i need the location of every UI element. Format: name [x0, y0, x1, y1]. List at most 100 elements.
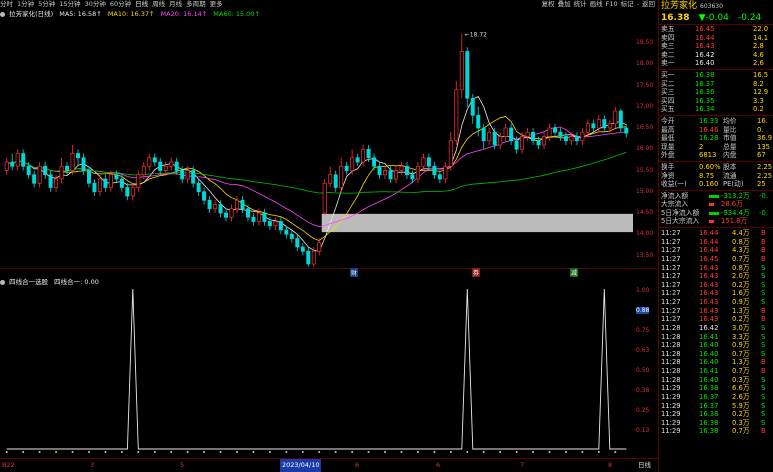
tool-item[interactable]: 标记	[621, 0, 634, 9]
tick-volume: 6.6万	[732, 384, 750, 393]
tick-volume: 1.3万	[732, 358, 750, 367]
indicator-dot	[400, 451, 403, 453]
candle-body	[503, 127, 508, 137]
tool-item[interactable]: F10	[606, 0, 618, 9]
tool-item[interactable]: 复权	[542, 0, 555, 9]
candle-body	[547, 127, 552, 137]
ma60-label: MA60: 15.00↑	[213, 10, 260, 18]
stat-key: 最高	[661, 125, 675, 134]
tick-price: 16.41	[699, 332, 719, 341]
order-row: 卖五 16.45 22.0	[659, 25, 773, 34]
indicator-dot	[416, 451, 419, 453]
bond-mark[interactable]: 券	[472, 268, 481, 277]
reduce-mark[interactable]: 减	[570, 268, 579, 277]
stat-value-2: 2.25	[757, 162, 773, 171]
order-row: 买三 16.36 12.9	[659, 88, 773, 97]
tick-time: 11:28	[661, 349, 681, 358]
indicator-chart[interactable]	[0, 287, 633, 457]
indicator-dot	[285, 451, 288, 453]
flow-value: 151.8万	[721, 217, 748, 226]
tool-item[interactable]: -	[637, 0, 639, 9]
period-tab[interactable]: 5分钟	[38, 0, 55, 9]
tick-row: 11:27 16.43 0.8万 S	[659, 264, 773, 273]
flow-row: 5日大宗流入 151.8万	[659, 217, 773, 226]
tool-item[interactable]: 返回	[642, 0, 655, 9]
tick-list[interactable]: 11:27 16.44 4.4万 B 11:27 16.44 0.8万 B 11:27 16.44…	[659, 229, 773, 436]
stat-key-2: 市值	[723, 134, 737, 143]
tick-time: 11:28	[661, 332, 681, 341]
tool-item[interactable]: 画线	[590, 0, 603, 9]
tick-side: S	[761, 298, 766, 307]
tick-side: B	[761, 229, 766, 238]
candle-body	[328, 174, 333, 184]
tool-item[interactable]: 统计	[574, 0, 587, 9]
indicator-tick: 0.88	[636, 307, 650, 314]
indicator-dot	[449, 451, 452, 453]
period-tab[interactable]: 多周期	[186, 0, 206, 9]
tick-side: S	[761, 289, 766, 298]
tick-price: 16.43	[699, 315, 719, 324]
candle-body	[470, 97, 475, 116]
period-tab[interactable]: 15分钟	[59, 0, 80, 9]
candle-body	[333, 174, 338, 188]
indicator-tick: 0.50	[636, 367, 650, 374]
indicator-settings-icon[interactable]	[0, 279, 5, 285]
tick-price: 16.40	[699, 349, 719, 358]
candle-body	[421, 157, 426, 167]
candle-body	[119, 178, 124, 188]
candle-body	[169, 161, 174, 167]
order-price: 16.34	[695, 105, 715, 114]
tick-price: 16.40	[699, 341, 719, 350]
candle-body	[487, 131, 492, 142]
ma-legend: 拉芳家化(日线) MA5: 16.58↑ MA10: 16.37↑ MA20: …	[0, 10, 264, 19]
tick-price: 16.43	[699, 280, 719, 289]
price-tick: 17.50	[636, 81, 654, 89]
candle-body	[180, 170, 185, 180]
candle-body	[426, 157, 431, 167]
candle-body	[86, 170, 91, 184]
candle-body	[273, 221, 278, 227]
tool-item[interactable]: 叠加	[558, 0, 571, 9]
period-tab[interactable]: 1分钟	[17, 0, 34, 9]
flow-row: 大宗流入 28.6万	[659, 200, 773, 209]
candle-body	[437, 174, 442, 180]
candle-body	[196, 182, 201, 193]
tick-row: 11:29 16.38 0.2万 S	[659, 410, 773, 419]
date-tick: 5	[180, 461, 185, 469]
period-tab[interactable]: 更多	[210, 0, 223, 9]
tick-time: 11:29	[661, 392, 681, 401]
candle-body	[525, 131, 530, 137]
period-tab[interactable]: 月线	[169, 0, 182, 9]
tick-row: 11:28 16.41 3.3万 S	[659, 333, 773, 342]
order-label: 卖三	[661, 42, 675, 51]
period-tab[interactable]: 30分钟	[85, 0, 106, 9]
tick-row: 11:27 16.45 0.7万 B	[659, 255, 773, 264]
finance-mark[interactable]: 财	[350, 268, 359, 277]
period-tab[interactable]: 周线	[152, 0, 165, 9]
order-row: 买二 16.37 8.2	[659, 80, 773, 89]
indicator-legend: 四线合一选股 四线合一: 0.00	[0, 278, 99, 287]
candle-body	[339, 165, 344, 188]
period-tab[interactable]: 分时	[0, 0, 13, 9]
tick-volume: 0.2万	[732, 410, 750, 419]
price-tick: 18.50	[636, 39, 654, 46]
candlestick-chart[interactable]: ←18.72←13.23	[0, 20, 633, 268]
period-tab[interactable]: 日线	[135, 0, 148, 9]
candle-body	[15, 153, 20, 167]
stat-row: 外盘 6813 内盘 67	[659, 151, 773, 160]
tick-time: 11:27	[661, 263, 681, 272]
tick-row: 11:28 16.41 0.7万 B	[659, 367, 773, 376]
tick-time: 11:28	[661, 367, 681, 376]
period-tab[interactable]: 60分钟	[110, 0, 131, 9]
tick-price: 16.44	[699, 229, 719, 238]
flow-value: 28.6万	[721, 200, 743, 209]
indicator-tick: 0.13	[636, 427, 650, 434]
date-axis-period[interactable]: 日线	[638, 459, 651, 472]
tick-row: 11:28 16.40 0.7万 S	[659, 350, 773, 359]
candle-body	[355, 157, 360, 163]
high-label: ←18.72	[465, 32, 487, 39]
stat-row: 换手 0.60% 股本 2.25	[659, 163, 773, 172]
bid-book: 买一 16.38 16.5 买二 16.37 8.2 买三 16.36 12.9 买四 16.35 3…	[659, 71, 773, 114]
order-price: 16.45	[695, 25, 715, 33]
settings-dot-icon[interactable]	[0, 11, 5, 17]
